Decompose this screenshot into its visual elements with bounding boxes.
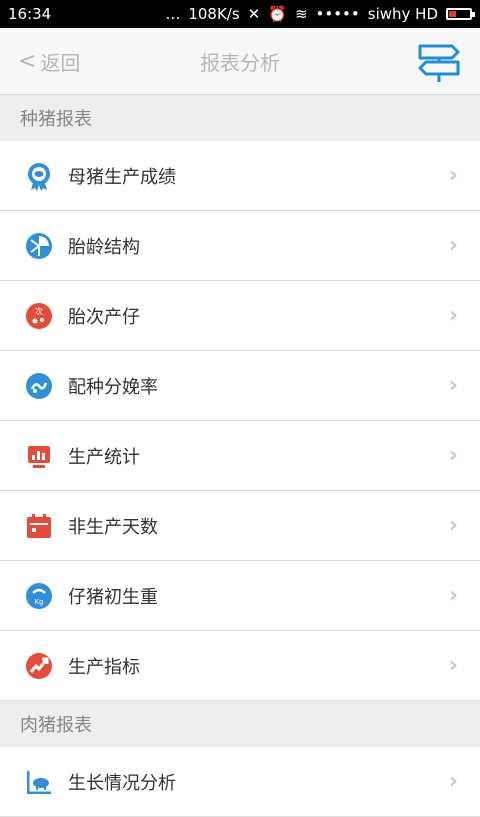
pig-growth-icon xyxy=(24,767,54,797)
chevron-right-icon: › xyxy=(448,163,458,188)
list-item-label: 母猪生产成绩 xyxy=(68,166,176,188)
list-item-label: 胎龄结构 xyxy=(68,236,140,258)
list-item-production-stats[interactable]: 生产统计 › xyxy=(0,421,480,491)
mute-icon: ✕ xyxy=(247,5,261,23)
battery-icon xyxy=(446,8,475,20)
list-item-non-productive-days[interactable]: 非生产天数 › xyxy=(0,491,480,561)
list-item-piglet-birth-weight[interactable]: Kg 仔猪初生重 › xyxy=(0,561,480,631)
page-title: 报表分析 xyxy=(200,50,280,75)
alarm-icon: ⏰ xyxy=(268,5,287,23)
title-bar: < 返回 报表分析 xyxy=(0,28,480,95)
breeding-rate-icon xyxy=(24,371,54,401)
section-header-fattening: 肉猪报表 xyxy=(0,701,480,747)
svg-text:次: 次 xyxy=(35,306,43,316)
back-button[interactable]: < 返回 xyxy=(18,28,80,94)
wifi-icon: ≋ xyxy=(294,5,308,23)
calendar-icon xyxy=(24,511,54,541)
list-item-label: 配种分娩率 xyxy=(68,376,158,398)
chevron-right-icon: › xyxy=(448,233,458,258)
bar-statistics-icon xyxy=(24,441,54,471)
svg-text:Kg: Kg xyxy=(34,598,43,606)
list-item-label: 生长情况分析 xyxy=(68,772,176,794)
list-item-growth-analysis[interactable]: 生长情况分析 › xyxy=(0,747,480,817)
list-item-breeding-farrowing-rate[interactable]: 配种分娩率 › xyxy=(0,351,480,421)
weight-kg-icon: Kg xyxy=(24,581,54,611)
chevron-left-icon: < xyxy=(18,48,37,74)
list-item-litter-birth[interactable]: 次 胎次产仔 › xyxy=(0,281,480,351)
status-time: 16:34 xyxy=(8,5,52,23)
back-label: 返回 xyxy=(40,50,81,75)
sow-award-icon xyxy=(24,161,54,191)
list-item-label: 生产指标 xyxy=(68,656,140,678)
chevron-right-icon: › xyxy=(448,373,458,398)
list-item-sow-performance[interactable]: 母猪生产成绩 › xyxy=(0,141,480,211)
list-item-production-indicators[interactable]: 生产指标 › xyxy=(0,631,480,701)
status-bar: 16:34 … 108K/s ✕ ⏰ ≋ ••••• siwhy HD xyxy=(0,0,480,28)
chevron-right-icon: › xyxy=(448,769,458,794)
list-item-label: 胎次产仔 xyxy=(68,306,140,328)
pie-structure-icon xyxy=(24,231,54,261)
status-right: … 108K/s ✕ ⏰ ≋ ••••• siwhy HD xyxy=(165,5,475,23)
list-item-parity-structure[interactable]: 胎龄结构 › xyxy=(0,211,480,281)
piglet-birth-icon: 次 xyxy=(24,301,54,331)
signal-icon: ••••• xyxy=(315,5,360,23)
chevron-right-icon: › xyxy=(448,653,458,678)
more-dots-icon: … xyxy=(165,5,181,23)
list-item-label: 非生产天数 xyxy=(68,516,158,538)
chevron-right-icon: › xyxy=(448,303,458,328)
chevron-right-icon: › xyxy=(448,443,458,468)
section-header-breeding: 种猪报表 xyxy=(0,95,480,141)
network-speed: 108K/s xyxy=(188,5,240,23)
list-item-label: 生产统计 xyxy=(68,446,140,468)
chevron-right-icon: › xyxy=(448,583,458,608)
chevron-right-icon: › xyxy=(448,513,458,538)
carrier-name: siwhy HD xyxy=(367,5,438,23)
list-item-label: 仔猪初生重 xyxy=(68,586,158,608)
trend-up-icon xyxy=(24,651,54,681)
signpost-icon[interactable] xyxy=(416,40,462,84)
